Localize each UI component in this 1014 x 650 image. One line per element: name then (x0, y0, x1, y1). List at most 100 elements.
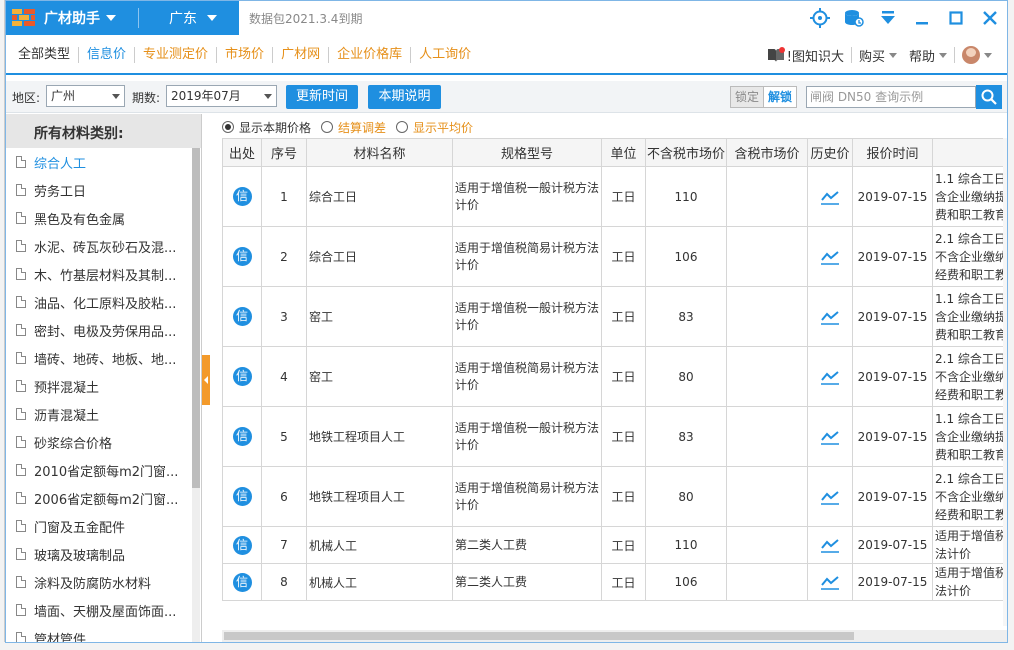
remark-line: 费和职工教育经 (935, 207, 1008, 222)
knowledge-link[interactable]: !图知识大 (762, 46, 849, 65)
trend-chart-icon[interactable] (820, 189, 840, 205)
sidebar-item[interactable]: 门窗及五金配件 (6, 512, 192, 540)
source-badge-icon[interactable]: 信 (232, 487, 252, 506)
sidebar-item[interactable]: 玻璃及玻璃制品 (6, 540, 192, 568)
sidebar-item[interactable]: 油品、化工原料及胶粘... (6, 288, 192, 316)
table-row[interactable]: 信 4 窑工 适用于增值税简易计税方法计价 工日 80 2019-07-15 2.1 综合工日… (222, 346, 1007, 407)
source-badge-icon[interactable]: 信 (232, 367, 252, 386)
unit: 工日 (601, 166, 646, 227)
region-caret-icon[interactable] (207, 15, 217, 21)
spec-model: 适用于增值税一般计税方法计价 (452, 406, 602, 467)
table-row[interactable]: 信 5 地铁工程项目人工 适用于增值税一般计税方法计价 工日 83 2019-07-15 1.… (222, 406, 1007, 467)
remark-cell: 适用于增值税简法计价 (932, 563, 1007, 601)
remark-line: 经费和职工教育 (935, 507, 1008, 522)
table-horizontal-scrollbar[interactable] (222, 630, 1007, 642)
chevron-down-icon (888, 52, 897, 58)
unlock-button[interactable]: 解锁 (763, 87, 797, 107)
trend-chart-icon[interactable] (820, 537, 840, 553)
search-button[interactable] (976, 85, 1002, 109)
lock-button[interactable]: 锁定 (731, 87, 764, 107)
sidebar-item[interactable]: 综合人工 (6, 148, 192, 176)
column-header[interactable]: 单位 (601, 138, 646, 167)
target-icon[interactable] (803, 1, 837, 35)
sidebar-item[interactable]: 黑色及有色金属 (6, 204, 192, 232)
column-header[interactable]: 规格型号 (452, 138, 602, 167)
menu-tab[interactable]: 信息价 (79, 47, 136, 63)
table-row[interactable]: 信 1 综合工日 适用于增值税一般计税方法计价 工日 110 2019-07-15 1.1 综… (222, 166, 1008, 227)
sidebar-item[interactable]: 木、竹基层材料及其制... (6, 260, 192, 288)
source-badge-icon[interactable]: 信 (232, 187, 252, 206)
show-current-radio[interactable]: 显示本期价格 (222, 119, 311, 136)
table-row[interactable]: 信 3 窑工 适用于增值税一般计税方法计价 工日 83 2019-07-15 1.1 综合工日… (222, 286, 1007, 347)
menu-tab[interactable]: 市场价 (217, 47, 274, 63)
search-input[interactable]: 闸阀 DN50 查询示例 (806, 86, 976, 108)
sidebar-item-label: 水泥、砖瓦灰砂石及混... (34, 240, 177, 256)
menu-tab[interactable]: 企业价格库 (329, 47, 412, 63)
source-badge-icon[interactable]: 信 (232, 427, 252, 446)
table-row[interactable]: 信8机械人工第二类人工费工日106 2019-07-15适用于增值税简法计价 (222, 563, 1007, 601)
database-icon[interactable] (837, 1, 871, 35)
book-icon (767, 47, 785, 62)
source-badge-icon[interactable]: 信 (232, 535, 252, 555)
show-average-radio[interactable]: 显示平均价 (396, 119, 473, 136)
close-icon[interactable] (973, 1, 1007, 35)
column-header[interactable]: 出处 (222, 138, 262, 167)
column-header[interactable]: 报价时间 (852, 138, 933, 167)
trend-chart-icon[interactable] (820, 489, 840, 505)
period-select[interactable]: 2019年07月 (166, 85, 277, 107)
trend-chart-icon[interactable] (820, 369, 840, 385)
sidebar-item[interactable]: 管材管件 (6, 624, 192, 642)
download-icon[interactable] (871, 1, 905, 35)
table-vertical-scrollbar[interactable] (1003, 138, 1007, 626)
sidebar-item[interactable]: 2010省定额每m2门窗... (6, 456, 192, 484)
column-header[interactable]: 历史价 (807, 138, 853, 167)
table-row[interactable]: 信7机械人工第二类人工费工日110 2019-07-15适用于增值税一法计价 (222, 526, 1007, 564)
sidebar-scrollbar[interactable] (192, 148, 200, 642)
remark-cell: 1.1 综合工日包含企业缴纳提取费和职工教育经 (932, 286, 1007, 347)
sidebar-item[interactable]: 水泥、砖瓦灰砂石及混... (6, 232, 192, 260)
horizontal-scroll-thumb[interactable] (224, 632, 854, 640)
column-header[interactable]: 备注 (932, 138, 1007, 167)
trend-chart-icon[interactable] (820, 249, 840, 265)
sidebar-collapse-button[interactable] (202, 355, 210, 405)
minimize-icon[interactable] (905, 1, 939, 35)
column-header[interactable]: 含税市场价 (726, 138, 808, 167)
menu-tab[interactable]: 全部类型 (10, 47, 80, 63)
menu-tab[interactable]: 人工询价 (411, 47, 479, 63)
app-name[interactable]: 广材助手 (44, 8, 100, 28)
menu-tab[interactable]: 专业测定价 (135, 47, 218, 63)
column-header[interactable]: 序号 (261, 138, 307, 167)
row-number: 4 (261, 346, 307, 407)
sidebar-item[interactable]: 预拌混凝土 (6, 372, 192, 400)
sidebar-item[interactable]: 涂料及防腐防水材料 (6, 568, 192, 596)
table-row[interactable]: 信 2 综合工日 适用于增值税简易计税方法计价 工日 106 2019-07-15 2.1 综… (222, 226, 1007, 287)
sidebar-item[interactable]: 密封、电极及劳保用品... (6, 316, 192, 344)
source-badge-icon[interactable]: 信 (232, 247, 252, 266)
column-header[interactable]: 不含税市场价 (645, 138, 727, 167)
table-row[interactable]: 信 6 地铁工程项目人工 适用于增值税简易计税方法计价 工日 80 2019-07-15 2.… (222, 466, 1008, 527)
settlement-diff-radio[interactable]: 结算调差 (321, 119, 386, 136)
update-time-button[interactable]: 更新时间 (286, 85, 358, 109)
menu-tab[interactable]: 广材网 (273, 47, 330, 63)
sidebar-item[interactable]: 沥青混凝土 (6, 400, 192, 428)
help-menu[interactable]: 帮助 (904, 46, 952, 65)
sidebar-item[interactable]: 墙砖、地砖、地板、地... (6, 344, 192, 372)
sidebar-item[interactable]: 劳务工日 (6, 176, 192, 204)
trend-chart-icon[interactable] (820, 309, 840, 325)
trend-chart-icon[interactable] (820, 574, 840, 590)
app-menu-caret-icon[interactable] (106, 15, 116, 21)
user-menu[interactable] (957, 46, 997, 64)
period-note-button[interactable]: 本期说明 (368, 85, 441, 109)
sidebar-item[interactable]: 墙面、天棚及屋面饰面... (6, 596, 192, 624)
source-badge-icon[interactable]: 信 (232, 572, 252, 592)
column-header[interactable]: 材料名称 (306, 138, 453, 167)
sidebar-scroll-thumb[interactable] (192, 148, 200, 488)
source-badge-icon[interactable]: 信 (232, 307, 252, 326)
sidebar-item[interactable]: 砂浆综合价格 (6, 428, 192, 456)
region-selector[interactable]: 广东 (169, 8, 197, 28)
buy-menu[interactable]: 购买 (854, 46, 902, 65)
area-select[interactable]: 广州 (46, 85, 125, 107)
maximize-icon[interactable] (939, 1, 973, 35)
sidebar-item[interactable]: 2006省定额每m2门窗... (6, 484, 192, 512)
trend-chart-icon[interactable] (820, 429, 840, 445)
